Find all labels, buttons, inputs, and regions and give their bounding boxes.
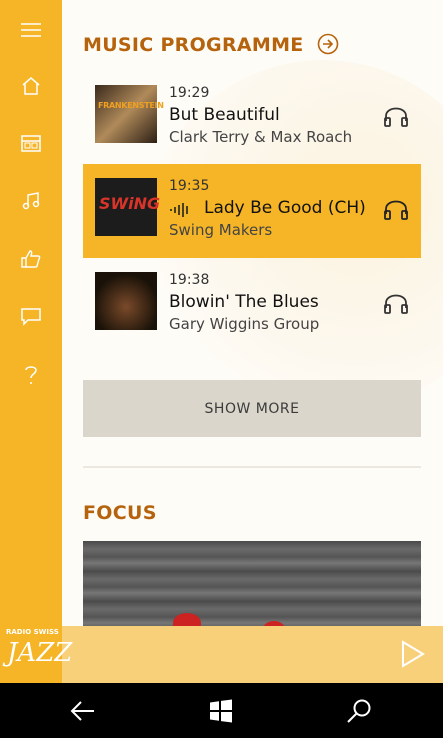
back-arrow-icon: [70, 701, 94, 721]
track-item[interactable]: FRANKENSTEIN 19:29 But Beautiful Clark T…: [83, 71, 421, 165]
play-icon[interactable]: [401, 640, 425, 668]
music-note-icon[interactable]: [0, 181, 62, 221]
logo-main-text: JAZZ: [7, 638, 73, 668]
main-content: MUSIC PROGRAMME FRANKENSTEIN 19:29 But B…: [62, 0, 443, 683]
home-icon[interactable]: [0, 66, 62, 106]
back-button[interactable]: [63, 693, 103, 729]
album-cover: [95, 272, 157, 330]
help-icon[interactable]: [0, 355, 62, 395]
logo-top-text: RADIO SWISS: [6, 628, 59, 636]
headphones-icon[interactable]: [383, 103, 409, 129]
search-button[interactable]: [339, 693, 379, 729]
track-artist: Gary Wiggins Group: [169, 315, 320, 333]
track-time: 19:35: [169, 178, 210, 194]
windows-icon: [210, 699, 232, 723]
windows-taskbar: [0, 683, 443, 738]
track-title: Lady Be Good (CH): [204, 198, 366, 218]
now-playing-icon: [170, 203, 188, 217]
chat-icon[interactable]: [0, 297, 62, 337]
thumbs-up-icon[interactable]: [0, 239, 62, 279]
album-cover: SWiNG: [95, 178, 160, 236]
menu-icon[interactable]: [0, 10, 62, 50]
track-item-active[interactable]: SWiNG 19:35 Lady Be Good (CH) Swing Make…: [83, 164, 421, 258]
start-button[interactable]: [201, 693, 241, 729]
focus-title: FOCUS: [83, 502, 157, 524]
track-item[interactable]: 19:38 Blowin' The Blues Gary Wiggins Gro…: [83, 258, 421, 352]
search-icon: [347, 699, 371, 723]
show-more-button[interactable]: SHOW MORE: [83, 380, 421, 437]
track-time: 19:38: [169, 272, 210, 288]
track-time: 19:29: [169, 85, 210, 101]
track-artist: Swing Makers: [169, 221, 273, 239]
radio-swiss-jazz-logo[interactable]: RADIO SWISS JAZZ: [0, 626, 72, 683]
track-title: But Beautiful: [169, 105, 280, 125]
track-artist: Clark Terry & Max Roach: [169, 128, 353, 146]
track-title: Blowin' The Blues: [169, 292, 319, 312]
headphones-icon[interactable]: [383, 290, 409, 316]
arrow-circle-icon[interactable]: [317, 33, 339, 55]
divider: [83, 466, 421, 468]
sidebar-nav: [0, 0, 62, 626]
headphones-icon[interactable]: [383, 196, 409, 222]
calendar-icon[interactable]: [0, 123, 62, 163]
music-programme-title[interactable]: MUSIC PROGRAMME: [83, 33, 339, 56]
album-cover: FRANKENSTEIN: [95, 85, 164, 143]
